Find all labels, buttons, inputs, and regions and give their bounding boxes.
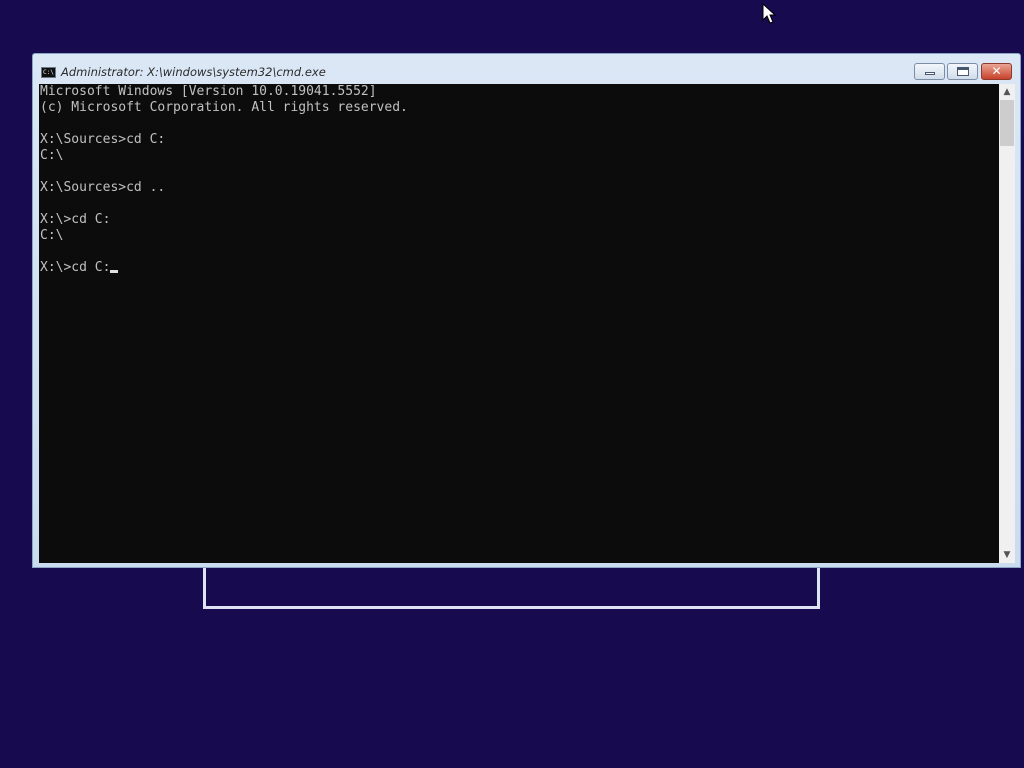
console-output[interactable]: Microsoft Windows [Version 10.0.19041.55…: [39, 84, 999, 563]
minimize-icon: [925, 72, 935, 75]
scroll-down-icon[interactable]: ▼: [999, 547, 1015, 563]
title-bar[interactable]: C:\ Administrator: X:\windows\system32\c…: [33, 54, 1020, 84]
cmd-window[interactable]: C:\ Administrator: X:\windows\system32\c…: [32, 53, 1021, 568]
console-lines: Microsoft Windows [Version 10.0.19041.55…: [40, 84, 408, 276]
console-line: C:\: [40, 228, 64, 243]
console-line: X:\Sources>cd ..: [40, 180, 166, 195]
maximize-icon: [957, 67, 969, 76]
console-line: Microsoft Windows [Version 10.0.19041.55…: [40, 84, 377, 99]
mouse-pointer-icon: [762, 3, 776, 24]
console-prompt-text: X:\>cd C:: [40, 260, 111, 275]
close-icon: ✕: [991, 64, 1002, 78]
console-prompt-line[interactable]: X:\>cd C:: [40, 260, 408, 276]
maximize-button[interactable]: [947, 63, 978, 80]
console-line: X:\>cd C:: [40, 212, 111, 227]
scroll-thumb[interactable]: [1000, 100, 1014, 146]
setup-window-behind[interactable]: [203, 566, 820, 609]
minimize-button[interactable]: [914, 63, 945, 80]
console-line: (c) Microsoft Corporation. All rights re…: [40, 100, 408, 115]
console-line: X:\Sources>cd C:: [40, 132, 166, 147]
cmd-icon[interactable]: C:\: [41, 67, 56, 78]
close-button[interactable]: ✕: [981, 63, 1012, 80]
vertical-scrollbar[interactable]: ▲ ▼: [999, 84, 1015, 563]
text-cursor: [110, 270, 119, 273]
scroll-up-icon[interactable]: ▲: [999, 84, 1015, 100]
window-title: Administrator: X:\windows\system32\cmd.e…: [61, 65, 326, 79]
console-line: C:\: [40, 148, 64, 163]
desktop: C:\ Administrator: X:\windows\system32\c…: [0, 0, 1024, 768]
